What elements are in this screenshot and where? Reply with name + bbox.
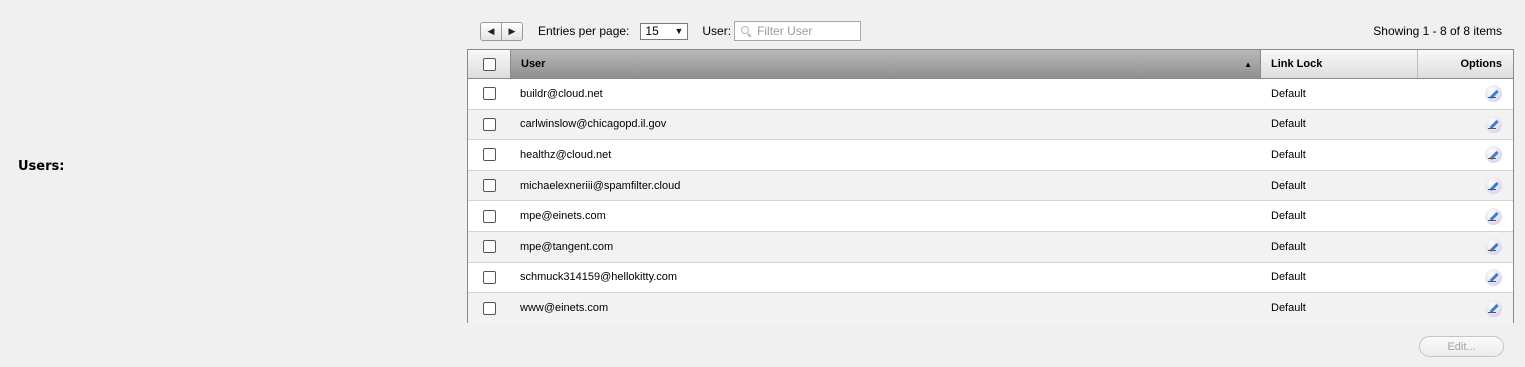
user-cell: www@einets.com <box>520 302 609 315</box>
user-cell: mpe@einets.com <box>520 210 606 223</box>
column-header-user-label: User <box>521 58 546 70</box>
edit-pencil-icon[interactable] <box>1485 268 1502 286</box>
link-lock-cell: Default <box>1271 302 1306 315</box>
edit-button[interactable]: Edit... <box>1419 336 1504 357</box>
select-all-cell <box>468 50 510 78</box>
link-lock-cell: Default <box>1271 118 1306 131</box>
link-lock-cell: Default <box>1271 148 1306 161</box>
options-cell <box>1418 171 1513 201</box>
row-checkbox[interactable] <box>482 148 496 162</box>
user-cell: healthz@cloud.net <box>520 148 612 161</box>
link-lock-cell: Default <box>1271 271 1306 284</box>
entries-per-page-label: Entries per page: <box>538 24 630 38</box>
entries-per-page-value: 15 <box>645 24 659 38</box>
edit-pencil-icon[interactable] <box>1485 146 1502 164</box>
table-row[interactable]: schmuck314159@hellokitty.com Default <box>468 263 1513 294</box>
column-header-user[interactable]: User ▲ <box>510 50 1261 78</box>
column-header-options: Options <box>1418 50 1513 78</box>
edit-pencil-icon[interactable] <box>1485 299 1502 317</box>
chevron-down-icon: ▼ <box>674 26 684 36</box>
row-checkbox[interactable] <box>482 179 496 193</box>
user-cell: schmuck314159@hellokitty.com <box>520 271 678 284</box>
table-row[interactable]: healthz@cloud.net Default <box>468 140 1513 171</box>
user-filter-placeholder: Filter User <box>757 24 813 38</box>
sort-ascending-icon: ▲ <box>1244 59 1252 69</box>
triangle-left-icon: ◀ <box>487 25 495 36</box>
table-row[interactable]: www@einets.com Default <box>468 293 1513 324</box>
showing-items-count: Showing 1 - 8 of 8 items <box>1373 24 1502 38</box>
user-cell: buildr@cloud.net <box>520 87 603 100</box>
row-check-cell <box>468 263 510 293</box>
triangle-right-icon: ▶ <box>508 25 516 36</box>
users-grid: User ▲ Link Lock Options buildr@cloud.ne… <box>467 49 1514 324</box>
link-lock-cell: Default <box>1271 210 1306 223</box>
table-row[interactable]: mpe@tangent.com Default <box>468 231 1513 263</box>
grid-toolbar: ◀ ▶ Entries per page: 15 ▼ User: Filter … <box>480 21 1502 41</box>
row-check-cell <box>468 232 510 262</box>
edit-pencil-icon[interactable] <box>1485 238 1502 256</box>
row-check-cell <box>468 171 510 201</box>
row-check-cell <box>468 140 510 170</box>
row-checkbox[interactable] <box>482 117 496 131</box>
table-row[interactable]: michaelexneriii@spamfilter.cloud Default <box>468 170 1513 202</box>
row-checkbox[interactable] <box>482 240 496 254</box>
options-cell <box>1418 263 1513 293</box>
next-page-button[interactable]: ▶ <box>501 22 522 40</box>
user-filter-input[interactable]: Filter User <box>734 21 862 41</box>
users-section-label: Users: <box>18 159 65 174</box>
search-icon <box>741 26 751 36</box>
row-checkbox[interactable] <box>482 270 496 284</box>
table-row[interactable]: mpe@einets.com Default <box>468 201 1513 232</box>
user-filter-label: User: <box>702 24 732 38</box>
options-cell <box>1418 79 1513 109</box>
column-header-options-label: Options <box>1460 58 1502 70</box>
pagination-nav: ◀ ▶ <box>480 21 523 41</box>
user-cell: mpe@tangent.com <box>520 240 614 253</box>
link-lock-cell: Default <box>1271 240 1306 253</box>
user-cell: carlwinslow@chicagopd.il.gov <box>520 118 667 131</box>
user-cell: michaelexneriii@spamfilter.cloud <box>520 179 681 192</box>
previous-page-button[interactable]: ◀ <box>481 23 501 40</box>
row-checkbox[interactable] <box>482 301 496 315</box>
edit-pencil-icon[interactable] <box>1485 207 1502 225</box>
options-cell <box>1418 201 1513 231</box>
grid-header: User ▲ Link Lock Options <box>468 50 1513 79</box>
row-checkbox[interactable] <box>482 209 496 223</box>
row-check-cell <box>468 201 510 231</box>
edit-pencil-icon[interactable] <box>1485 115 1502 133</box>
column-header-link-lock-label: Link Lock <box>1271 58 1323 70</box>
entries-per-page-select[interactable]: 15 ▼ <box>640 22 689 40</box>
edit-pencil-icon[interactable] <box>1485 177 1502 195</box>
table-row[interactable]: carlwinslow@chicagopd.il.gov Default <box>468 109 1513 141</box>
link-lock-cell: Default <box>1271 87 1306 100</box>
select-all-checkbox[interactable] <box>482 57 496 71</box>
table-row[interactable]: buildr@cloud.net Default <box>468 79 1513 110</box>
options-cell <box>1418 293 1513 324</box>
options-cell <box>1418 232 1513 262</box>
row-check-cell <box>468 110 510 140</box>
options-cell <box>1418 110 1513 140</box>
options-cell <box>1418 140 1513 170</box>
row-checkbox[interactable] <box>482 87 496 101</box>
link-lock-cell: Default <box>1271 179 1306 192</box>
row-check-cell <box>468 293 510 324</box>
row-check-cell <box>468 79 510 109</box>
column-header-link-lock[interactable]: Link Lock <box>1261 50 1418 78</box>
edit-pencil-icon[interactable] <box>1485 85 1502 103</box>
